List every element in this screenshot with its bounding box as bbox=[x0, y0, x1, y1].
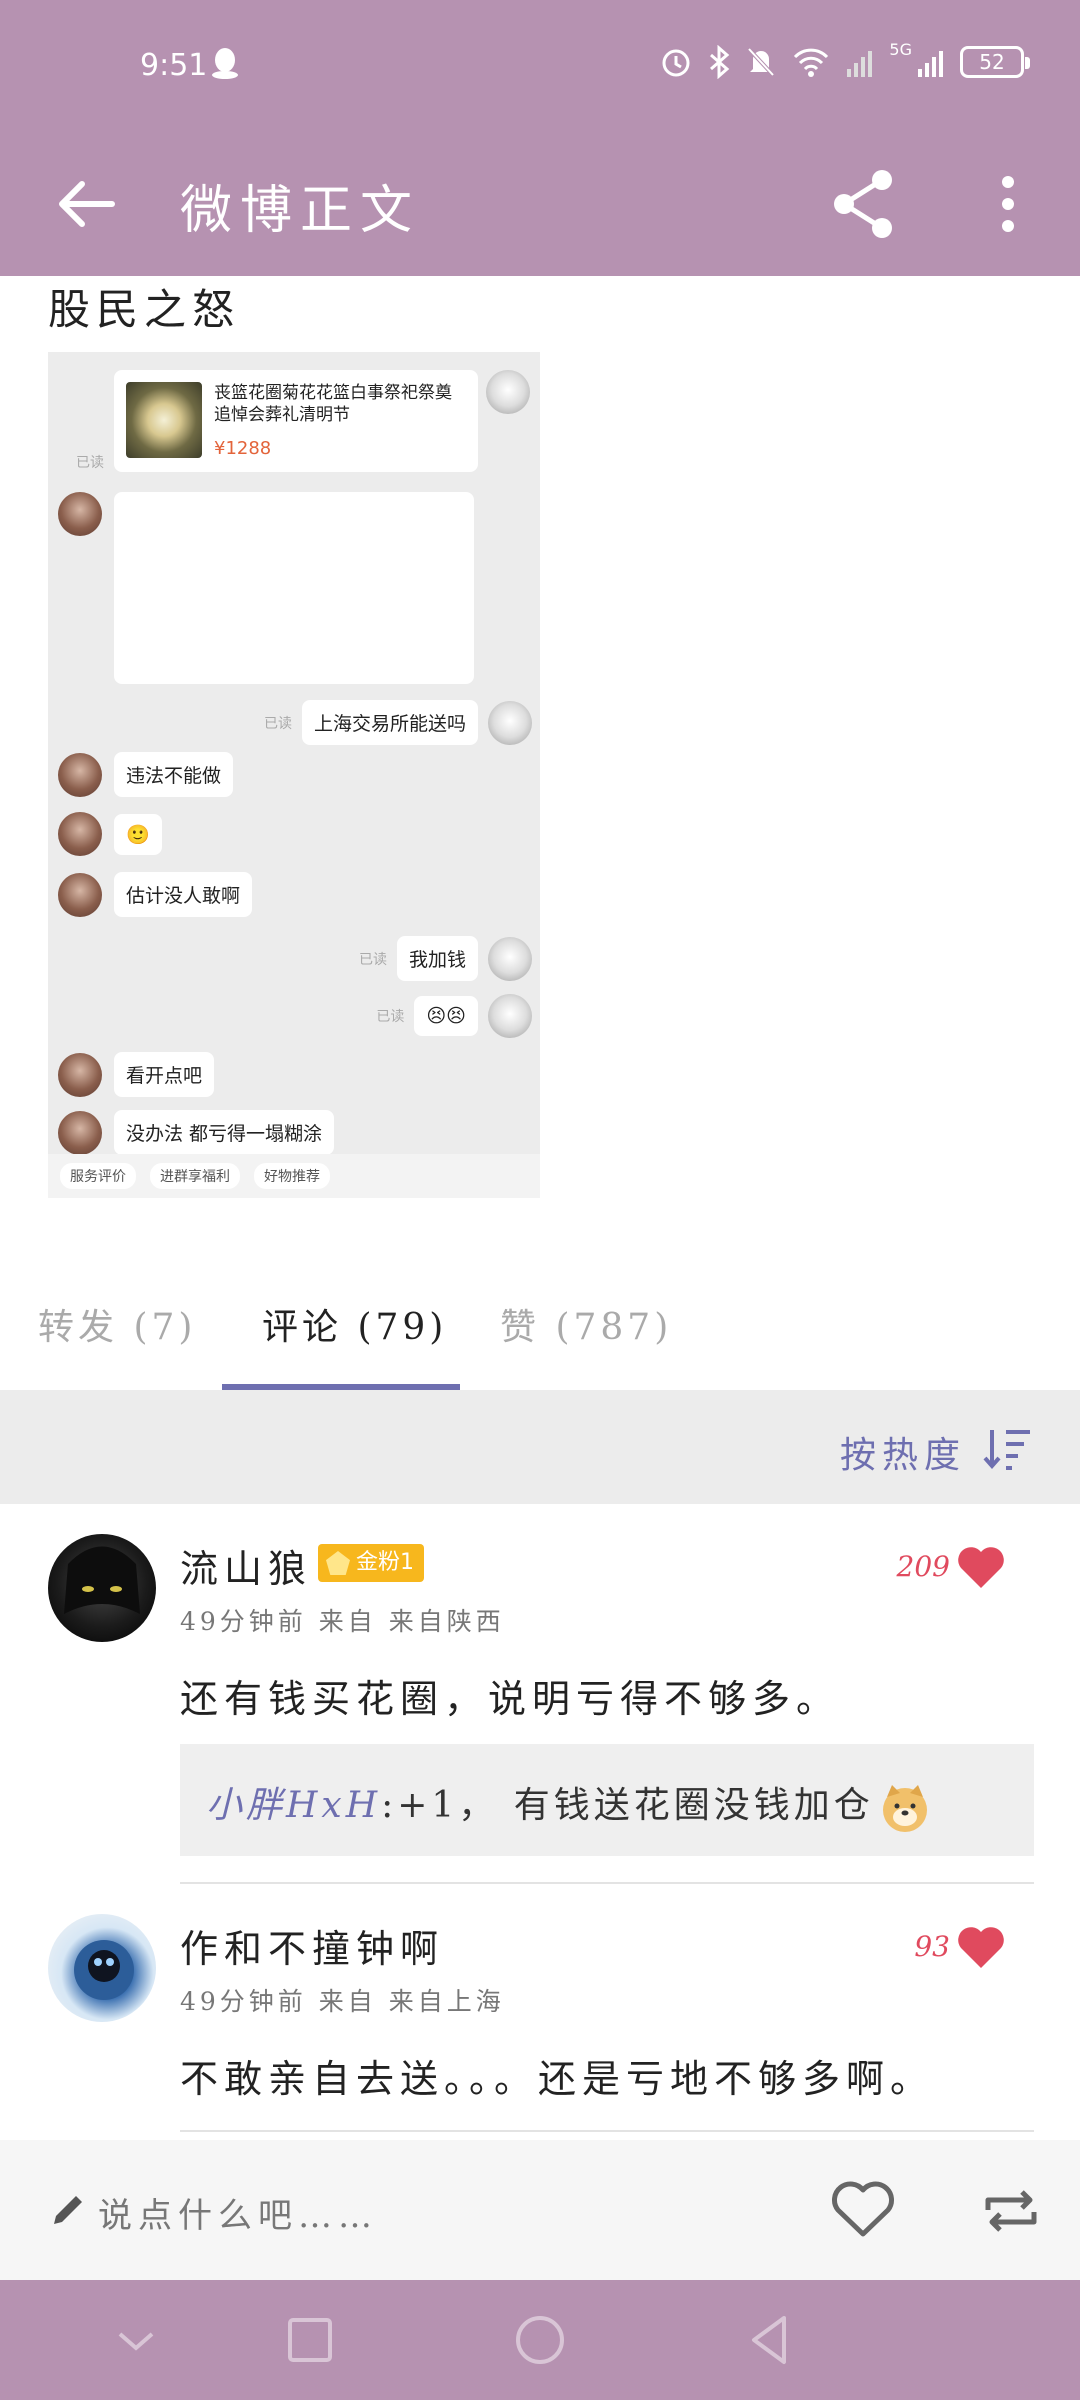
network-type: 5G bbox=[889, 40, 912, 59]
chat-avatar-buyer bbox=[58, 812, 102, 856]
page-title: 微博正文 bbox=[180, 181, 421, 241]
product-title: 丧篮花圈菊花花篮白事祭祀祭奠追悼会葬礼清明节 bbox=[214, 383, 452, 425]
chat-avatar-seller bbox=[488, 936, 532, 981]
chat-avatar-seller bbox=[488, 700, 532, 745]
chat-avatar-buyer bbox=[58, 872, 102, 917]
chat-message: 已读 😣😣 bbox=[376, 994, 532, 1038]
comment-body: 不敢亲自去送。。。还是亏地不够多啊。 bbox=[180, 2057, 935, 2101]
avatar[interactable] bbox=[48, 1914, 156, 2022]
avatar-image bbox=[64, 1546, 140, 1614]
sort-bar: 按热度 bbox=[0, 1390, 1080, 1504]
comment-author[interactable]: 作和不撞钟啊 bbox=[180, 1918, 444, 1973]
avatar[interactable] bbox=[48, 1534, 156, 1642]
sort-by-hot-button[interactable]: 按热度 bbox=[840, 1426, 966, 1478]
comment-like-count: 93 bbox=[914, 1930, 950, 1963]
status-bar: 9:51 5G 52 bbox=[0, 0, 1080, 132]
tab-bar: 转发 (7) 评论 (79) 赞 (787) bbox=[0, 1248, 1080, 1390]
chat-avatar-seller bbox=[488, 994, 532, 1038]
chat-avatar-buyer bbox=[58, 492, 102, 536]
comment-like-count: 209 bbox=[896, 1550, 950, 1583]
app-bar: 微博正文 bbox=[0, 132, 1080, 276]
chat-bubble: 估计没人敢啊 bbox=[114, 872, 253, 917]
heart-icon[interactable] bbox=[956, 1544, 1006, 1590]
comment-body: 还有钱买花圈，说明亏得不够多。 bbox=[180, 1677, 841, 1721]
chat-avatar-buyer bbox=[58, 1052, 102, 1097]
like-button[interactable] bbox=[830, 2178, 896, 2240]
reply-text-line: 小胖HxH:+1， 有钱送花圈没钱加仓 bbox=[206, 1776, 932, 1835]
signal-icon-2 bbox=[918, 51, 943, 77]
post-text: 股民之怒 bbox=[48, 285, 241, 334]
nav-chevron-down-icon[interactable] bbox=[106, 2310, 166, 2370]
comment-input-bar: 说点什么吧…… bbox=[0, 2140, 1080, 2280]
read-label: 已读 bbox=[358, 951, 387, 968]
product-thumbnail bbox=[126, 382, 202, 458]
post-image[interactable]: 丧篮花圈菊花花篮白事祭祀祭奠追悼会葬礼清明节 ¥1288 已读 已读 上海交易所… bbox=[48, 352, 540, 1198]
wifi-icon bbox=[794, 48, 829, 77]
avatar-image bbox=[74, 1940, 134, 2000]
chat-bubble: 😣😣 bbox=[414, 996, 478, 1036]
chat-chip: 进群享福利 bbox=[150, 1163, 240, 1189]
chat-avatar-buyer bbox=[58, 1110, 102, 1155]
doge-emoji-icon bbox=[882, 1785, 927, 1832]
chat-bubble: 没办法 都亏得一塌糊涂 bbox=[114, 1110, 335, 1155]
product-price: ¥1288 bbox=[214, 438, 272, 459]
nav-home-button[interactable] bbox=[510, 2310, 570, 2370]
chat-bubble: 上海交易所能送吗 bbox=[301, 700, 478, 745]
chat-chip: 服务评价 bbox=[60, 1163, 136, 1189]
divider bbox=[180, 2130, 1034, 2132]
product-card: 丧篮花圈菊花花篮白事祭祀祭奠追悼会葬礼清明节 ¥1288 bbox=[114, 370, 478, 472]
chat-avatar-buyer bbox=[58, 752, 102, 797]
chat-avatar-seller bbox=[486, 370, 530, 414]
share-button[interactable] bbox=[830, 164, 898, 244]
chat-chip: 好物推荐 bbox=[254, 1163, 330, 1189]
read-label: 已读 bbox=[76, 455, 104, 471]
chat-message: 🙂 bbox=[58, 812, 162, 856]
status-time: 9:51 bbox=[140, 48, 208, 83]
qq-icon bbox=[212, 48, 238, 79]
read-label: 已读 bbox=[263, 715, 292, 732]
comment-input[interactable]: 说点什么吧…… bbox=[98, 2188, 378, 2237]
chat-bubble: 看开点吧 bbox=[114, 1052, 215, 1097]
comment-meta: 49分钟前 来自 来自陕西 bbox=[180, 1607, 505, 1636]
chat-bubble: 🙂 bbox=[114, 813, 162, 855]
tab-reposts[interactable]: 转发 (7) bbox=[38, 1298, 196, 1350]
battery-level: 52 bbox=[979, 50, 1005, 74]
fan-badge: 金粉1 bbox=[318, 1544, 424, 1582]
chat-message: 已读 我加钱 bbox=[359, 936, 532, 981]
reply-preview[interactable]: 小胖HxH:+1， 有钱送花圈没钱加仓 bbox=[180, 1744, 1034, 1856]
repost-button[interactable] bbox=[980, 2180, 1042, 2242]
chat-message: 看开点吧 bbox=[58, 1052, 215, 1097]
chat-message: 已读 上海交易所能送吗 bbox=[264, 700, 532, 745]
heart-icon[interactable] bbox=[956, 1924, 1006, 1970]
pencil-icon bbox=[54, 2196, 82, 2224]
alarm-icon bbox=[662, 49, 690, 77]
chat-bubble: 我加钱 bbox=[396, 936, 478, 981]
back-button[interactable] bbox=[52, 170, 120, 238]
chat-message: 没办法 都亏得一塌糊涂 bbox=[58, 1110, 335, 1155]
chat-bottom-bar: 服务评价 进群享福利 好物推荐 bbox=[48, 1154, 540, 1198]
chat-bubble: 违法不能做 bbox=[114, 752, 234, 797]
chat-message: 违法不能做 bbox=[58, 752, 234, 797]
tab-comments[interactable]: 评论 (79) bbox=[262, 1298, 447, 1350]
comment-item[interactable]: 流山狼 金粉1 49分钟前 来自 来自陕西 209 还有钱买花圈，说明亏得不够多… bbox=[0, 1504, 1080, 1884]
more-options-button[interactable] bbox=[990, 164, 1026, 244]
battery-icon: 52 bbox=[960, 46, 1030, 78]
comment-item[interactable]: 作和不撞钟啊 49分钟前 来自 来自上海 93 不敢亲自去送。。。还是亏地不够多… bbox=[0, 1884, 1080, 2140]
signal-icon-1 bbox=[847, 51, 873, 77]
status-icons: 5G 52 bbox=[659, 40, 1030, 84]
chat-message: 估计没人敢啊 bbox=[58, 872, 253, 917]
chat-image-placeholder bbox=[114, 492, 474, 684]
bluetooth-icon bbox=[710, 45, 730, 79]
comment-meta: 49分钟前 来自 来自上海 bbox=[180, 1987, 505, 2016]
system-nav-bar bbox=[0, 2280, 1080, 2400]
nav-back-button[interactable] bbox=[740, 2310, 800, 2370]
read-label: 已读 bbox=[376, 1009, 405, 1025]
mute-icon bbox=[747, 47, 775, 77]
comment-author[interactable]: 流山狼 bbox=[180, 1538, 312, 1593]
reply-text: :+1， 有钱送花圈没钱加仓 bbox=[381, 1785, 874, 1826]
sort-icon[interactable] bbox=[982, 1426, 1034, 1472]
tab-likes[interactable]: 赞 (787) bbox=[500, 1298, 672, 1350]
nav-recents-button[interactable] bbox=[280, 2310, 340, 2370]
reply-author[interactable]: 小胖HxH bbox=[206, 1785, 381, 1826]
